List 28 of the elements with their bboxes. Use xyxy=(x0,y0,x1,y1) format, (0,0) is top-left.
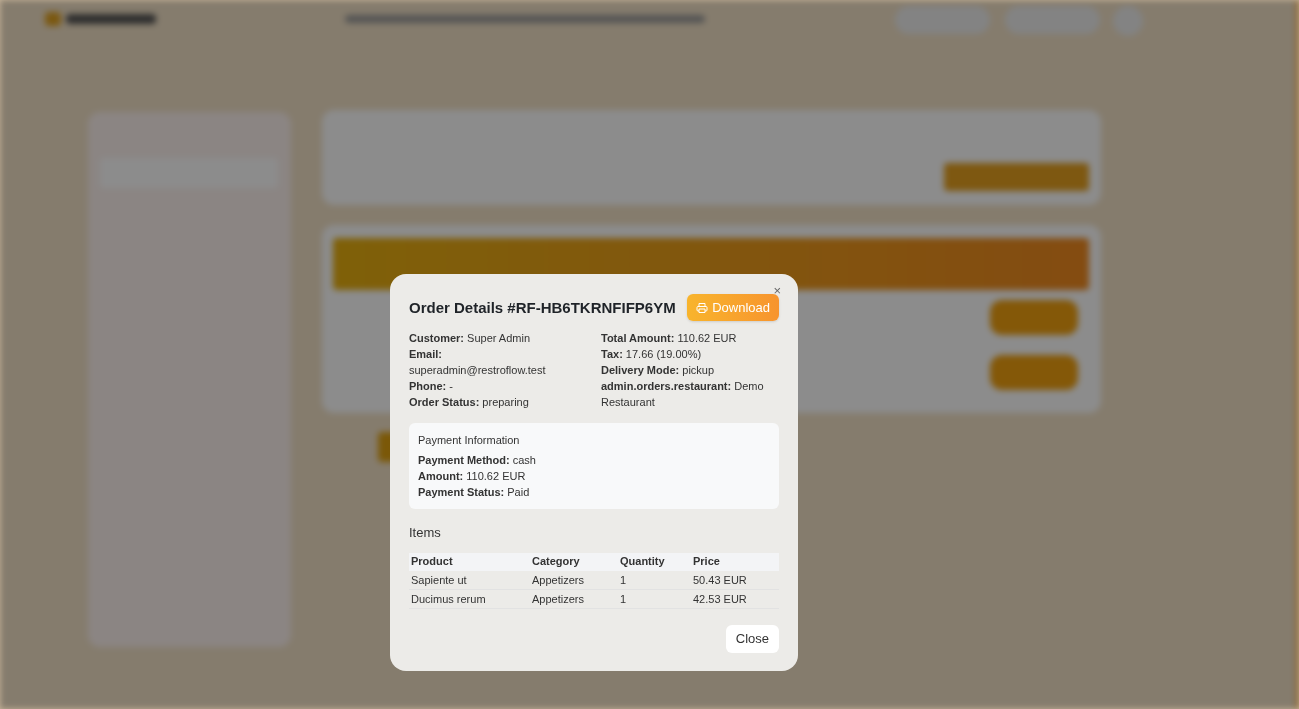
dialog-title: Order Details #RF-HB6TKRNFIFP6YM xyxy=(409,297,676,318)
table-cell: 1 xyxy=(618,589,691,609)
printer-icon xyxy=(696,301,709,314)
panel-title: Payment Information xyxy=(418,433,521,448)
detail-field: Order Status: preparing xyxy=(409,394,564,410)
column-header: Price xyxy=(691,552,779,571)
detail-field: Email: superadmin@restroflow.test xyxy=(409,346,564,378)
column-header: Category xyxy=(530,552,618,571)
detail-field: Tax: 17.66 (19.00%) xyxy=(601,346,780,362)
detail-field: admin.orders.restaurant: Demo Restaurant xyxy=(601,378,780,410)
table-cell: Ducimus rerum xyxy=(409,589,530,609)
table-cell: Sapiente ut xyxy=(409,570,530,590)
column-header: Product xyxy=(409,552,530,571)
table-cell: 42.53 EUR xyxy=(691,589,779,609)
table-cell: Appetizers xyxy=(530,589,618,609)
detail-field: Customer: Super Admin xyxy=(409,330,564,346)
detail-field: Total Amount: 110.62 EUR xyxy=(601,330,780,346)
payment-field: Payment Method: cash xyxy=(418,452,770,468)
payment-field: Amount: 110.62 EUR xyxy=(418,468,770,484)
column-header: Quantity xyxy=(618,552,691,571)
table-cell: Appetizers xyxy=(530,570,618,590)
items-title: Items xyxy=(409,524,442,542)
table-cell: 1 xyxy=(618,570,691,590)
table-cell: 50.43 EUR xyxy=(691,570,779,590)
detail-field: Delivery Mode: pickup xyxy=(601,362,780,378)
close-button[interactable]: Close xyxy=(725,625,779,653)
payment-field: Payment Status: Paid xyxy=(418,484,770,500)
detail-field: Phone: - xyxy=(409,378,564,394)
